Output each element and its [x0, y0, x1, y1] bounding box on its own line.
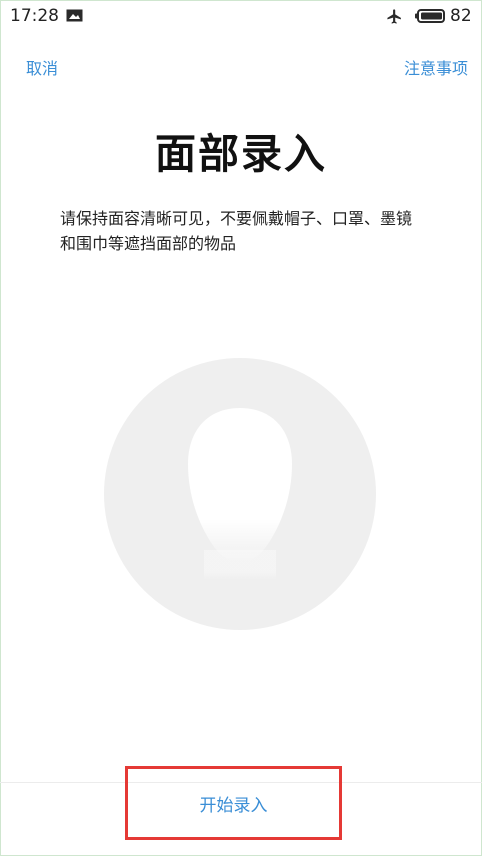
- status-time: 17:28: [10, 6, 59, 26]
- page-title: 面部录入: [155, 130, 327, 178]
- notes-link[interactable]: 注意事项: [404, 55, 468, 79]
- instruction-text: 请保持面容清晰可见，不要佩戴帽子、口罩、墨镜和围巾等遮挡面部的物品: [60, 209, 413, 253]
- battery-level: 82: [450, 6, 472, 26]
- neck-shape: [204, 550, 276, 580]
- start-enrollment-button[interactable]: 开始录入: [128, 769, 339, 837]
- face-outline-illustration: [104, 358, 376, 630]
- status-bar: 17:28 82: [0, 0, 482, 32]
- battery-icon: [415, 9, 445, 23]
- image-notification-icon: [66, 9, 83, 22]
- airplane-mode-icon: [387, 9, 401, 24]
- cancel-button[interactable]: 取消: [26, 55, 58, 79]
